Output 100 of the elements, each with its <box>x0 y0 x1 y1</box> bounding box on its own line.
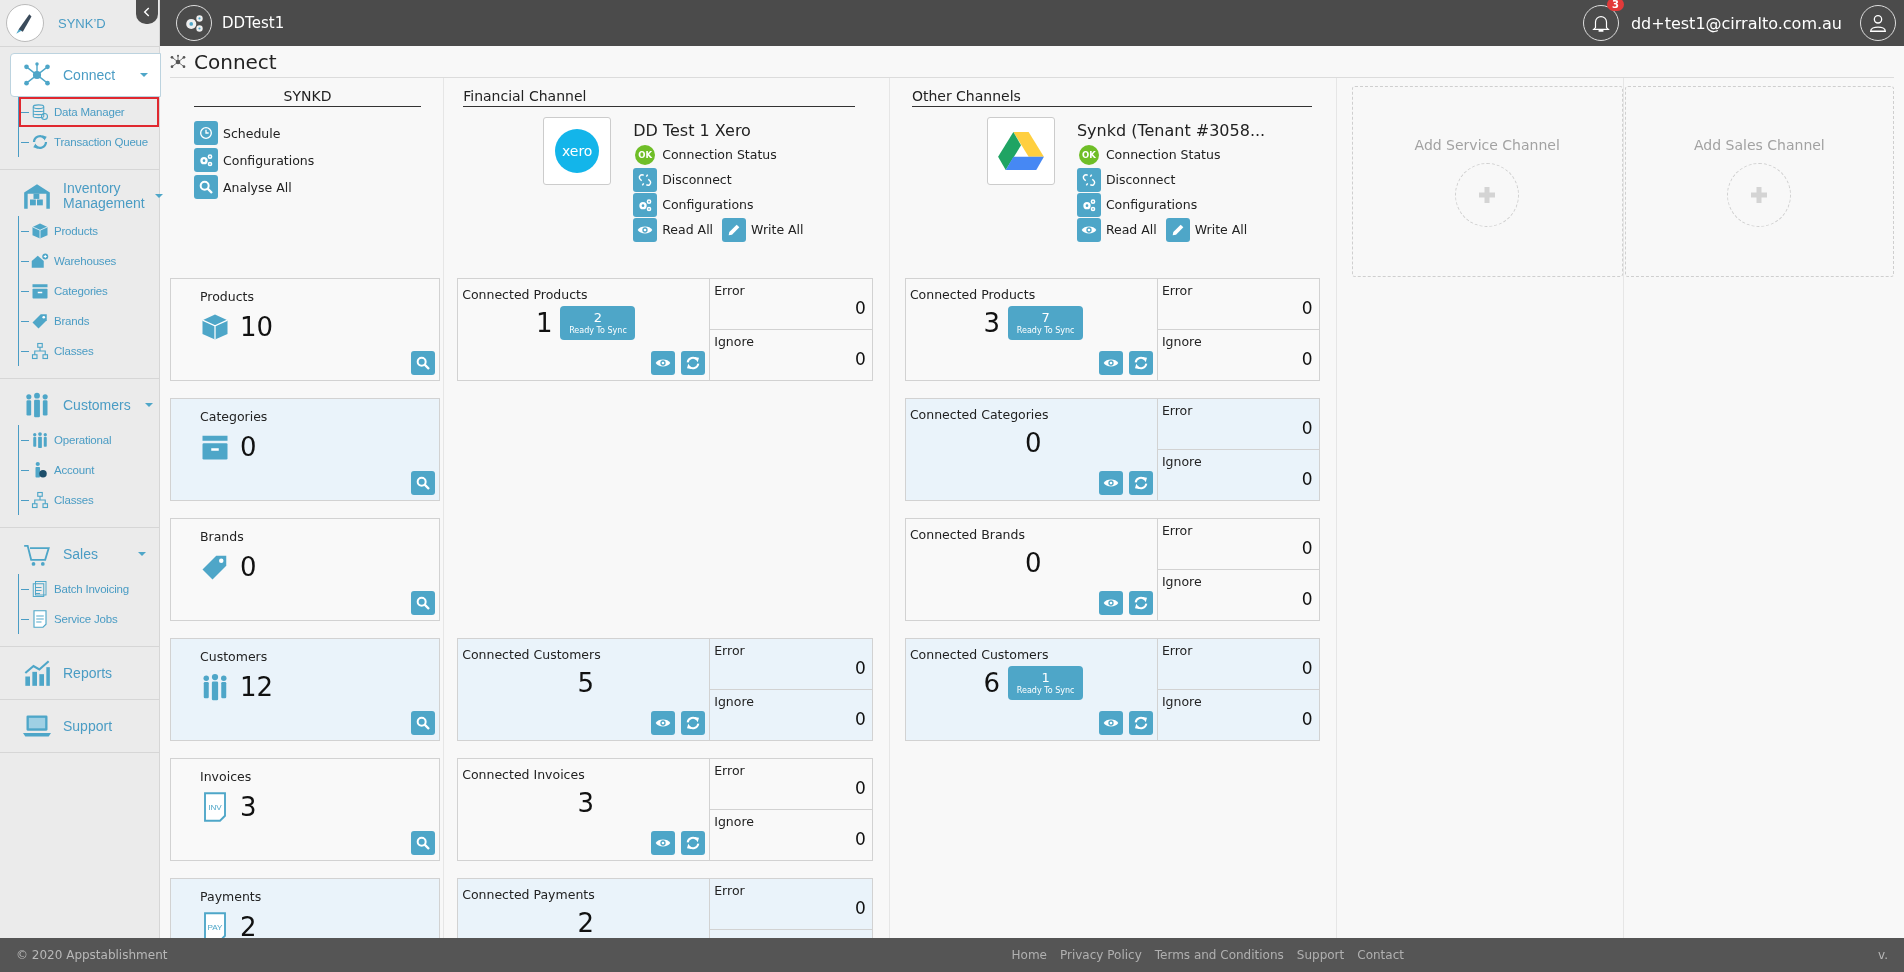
count-value: 0 <box>1025 428 1042 458</box>
nav-item[interactable]: Classes <box>19 485 159 515</box>
error-label: Error <box>714 283 746 298</box>
action-link[interactable]: Configurations <box>662 197 754 212</box>
eye-button[interactable] <box>633 217 658 242</box>
footer-link[interactable]: Terms and Conditions <box>1154 948 1284 962</box>
people-icon <box>31 431 49 449</box>
nav-group[interactable]: Connect <box>10 53 161 97</box>
refresh-button[interactable] <box>1128 711 1153 735</box>
nav-item[interactable]: Account <box>19 455 159 485</box>
copyright-text: © 2020 Appstablishment <box>16 948 168 962</box>
action-link[interactable]: Write All <box>1194 222 1248 237</box>
nav-item[interactable]: Service Jobs <box>19 604 159 634</box>
refresh-button[interactable] <box>681 351 706 375</box>
card-title: Payments <box>200 889 263 904</box>
nav-item[interactable]: Brands <box>19 306 159 336</box>
action-link[interactable]: Analyse All <box>223 179 292 195</box>
ignore-label: Ignore <box>1161 334 1203 349</box>
nav-item[interactable]: Transaction Queue <box>19 127 159 157</box>
refresh-icon <box>1132 355 1149 371</box>
nav-item-label: Classes <box>54 494 94 506</box>
refresh-icon <box>1132 475 1149 491</box>
ready-to-sync-button[interactable]: 7 Ready To Sync <box>1008 306 1084 340</box>
nav-item[interactable]: Batch Invoicing <box>19 574 159 604</box>
unlink-button[interactable] <box>633 167 658 192</box>
nav-group[interactable]: Customers <box>10 385 159 425</box>
search-button[interactable] <box>194 175 218 199</box>
workspace-name: DDTest1 <box>222 14 285 32</box>
search-button[interactable] <box>411 831 436 855</box>
refresh-button[interactable] <box>681 711 706 735</box>
refresh-button[interactable] <box>1128 591 1153 615</box>
footer-link[interactable]: Support <box>1296 948 1345 962</box>
refresh-button[interactable] <box>1128 471 1153 495</box>
nav-item[interactable]: Warehouses <box>19 246 159 276</box>
ready-to-sync-button[interactable]: 2 Ready To Sync <box>560 306 636 340</box>
gears-button[interactable] <box>1076 192 1101 217</box>
footer-link[interactable]: Home <box>1011 948 1047 962</box>
nav-group[interactable]: Reports <box>10 653 159 693</box>
collapse-button[interactable] <box>136 0 158 24</box>
action-link[interactable]: Write All <box>751 222 804 237</box>
gears-button[interactable] <box>633 192 658 217</box>
add-channel-card[interactable]: Add Service Channel <box>1351 86 1623 277</box>
clock-button[interactable] <box>194 121 218 145</box>
gears-button[interactable] <box>194 148 218 172</box>
document-icon <box>31 610 49 628</box>
action-link[interactable]: Configurations <box>1105 197 1198 212</box>
nav-item[interactable]: Operational <box>19 425 159 455</box>
refresh-button[interactable] <box>681 831 706 855</box>
channel-name: Synkd (Tenant #3058... <box>1076 121 1266 140</box>
view-button[interactable] <box>1098 471 1123 495</box>
count-value: 3 <box>577 788 594 818</box>
nav-item-label: Classes <box>54 345 94 357</box>
card-title: Customers <box>200 649 269 664</box>
action-link[interactable]: Read All <box>662 222 714 237</box>
view-button[interactable] <box>651 831 676 855</box>
unlink-button[interactable] <box>1076 167 1101 192</box>
nav-group[interactable]: Support <box>10 706 159 746</box>
view-button[interactable] <box>651 711 676 735</box>
search-icon <box>415 355 432 371</box>
ready-to-sync-button[interactable]: 1 Ready To Sync <box>1008 666 1084 700</box>
nav-item[interactable]: Products <box>19 216 159 246</box>
search-button[interactable] <box>411 471 436 495</box>
action-link[interactable]: Read All <box>1105 222 1157 237</box>
pencil-button[interactable] <box>722 217 747 242</box>
chart-icon <box>23 659 51 687</box>
nav-group[interactable]: Inventory Management <box>10 176 159 216</box>
refresh-icon <box>1132 595 1149 611</box>
search-button[interactable] <box>411 591 436 615</box>
error-count: 0 <box>1301 538 1313 558</box>
footer-link[interactable]: Contact <box>1357 948 1404 962</box>
ignore-count: 0 <box>1301 589 1313 609</box>
eye-button[interactable] <box>1076 217 1101 242</box>
add-channel-card[interactable]: Add Sales Channel <box>1624 86 1894 277</box>
user-icon <box>1867 12 1889 34</box>
action-link[interactable]: Disconnect <box>1105 172 1176 187</box>
nav-item[interactable]: Data Manager <box>19 97 159 127</box>
nav-item[interactable]: Classes <box>19 336 159 366</box>
view-button[interactable] <box>1098 711 1123 735</box>
action-link[interactable]: Schedule <box>223 125 281 141</box>
nav-item[interactable]: Categories <box>19 276 159 306</box>
footer-link[interactable]: Privacy Policy <box>1059 948 1142 962</box>
search-button[interactable] <box>411 711 436 735</box>
ignore-count: 0 <box>1301 469 1313 489</box>
search-button[interactable] <box>411 351 436 375</box>
view-button[interactable] <box>651 351 676 375</box>
refresh-button[interactable] <box>1128 351 1153 375</box>
action-link[interactable]: Configurations <box>223 152 315 168</box>
count-value: 2 <box>240 912 257 938</box>
view-button[interactable] <box>1098 351 1123 375</box>
status-label: Connection Status <box>662 147 777 162</box>
nav-group[interactable]: Sales <box>10 534 159 574</box>
section-title: SYNKD <box>194 78 421 107</box>
card-title: Connected Products <box>909 287 1037 302</box>
house-icon <box>31 252 49 270</box>
view-button[interactable] <box>1098 591 1123 615</box>
card-title: Brands <box>200 529 245 544</box>
triangle-logo-icon <box>997 130 1044 172</box>
action-link[interactable]: Disconnect <box>662 172 732 187</box>
ignore-label: Ignore <box>1161 454 1203 469</box>
pencil-button[interactable] <box>1165 217 1190 242</box>
